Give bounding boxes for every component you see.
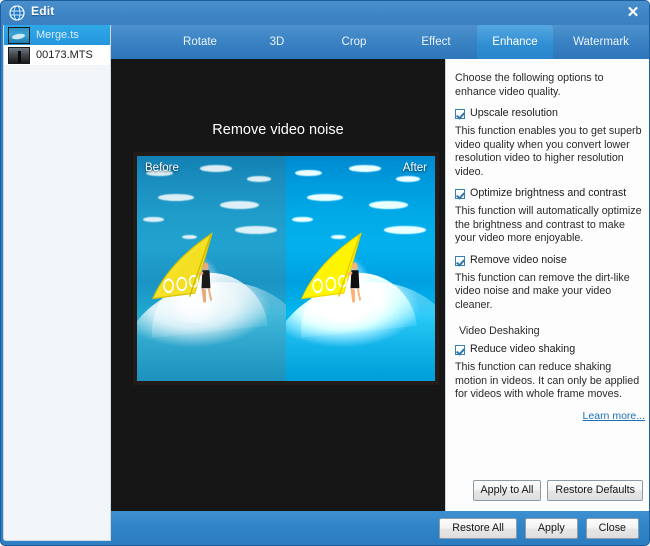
window-title: Edit: [31, 4, 54, 18]
close-icon[interactable]: ✕: [623, 4, 643, 22]
checkbox-label: Reduce video shaking: [470, 343, 575, 356]
video-thumbnail-icon: [8, 47, 30, 64]
file-name: 00173.MTS: [36, 49, 93, 61]
tab-effect[interactable]: Effect: [395, 25, 477, 59]
list-item[interactable]: 00173.MTS: [4, 45, 110, 65]
close-button[interactable]: Close: [586, 518, 639, 539]
panel-button-group: Apply to All Restore Defaults: [473, 480, 643, 501]
globe-icon: [9, 5, 25, 21]
footer-button-group: Restore All Apply Close: [439, 518, 639, 539]
preview-title: Remove video noise: [111, 122, 445, 138]
tab-3d[interactable]: 3D: [241, 25, 313, 59]
options-intro: Choose the following options to enhance …: [455, 72, 645, 99]
optimize-brightness-contrast-description: This function will automatically optimiz…: [455, 205, 645, 246]
apply-button[interactable]: Apply: [525, 518, 578, 539]
windsurfer-figure: [346, 260, 364, 305]
tab-rotate[interactable]: Rotate: [159, 25, 241, 59]
windsurfer-figure: [197, 260, 215, 305]
file-name: Merge.ts: [36, 29, 79, 41]
edit-window: Edit ✕ Merge.ts 00173.MTS Rotate 3D Crop…: [0, 0, 650, 546]
remove-video-noise-description: This function can remove the dirt-like v…: [455, 272, 645, 313]
restore-defaults-button[interactable]: Restore Defaults: [547, 480, 643, 501]
before-label: Before: [145, 162, 179, 174]
checkbox-label: Optimize brightness and contrast: [470, 187, 626, 200]
preview-area: Remove video noise: [111, 59, 445, 511]
checkbox-label: Remove video noise: [470, 254, 567, 267]
before-image: Before: [137, 156, 287, 381]
checkbox-optimize-brightness-contrast[interactable]: Optimize brightness and contrast: [455, 187, 645, 200]
checkbox-icon[interactable]: [455, 345, 465, 355]
after-image: After: [286, 156, 435, 381]
file-list-sidebar: Merge.ts 00173.MTS: [3, 25, 111, 541]
checkbox-icon[interactable]: [455, 256, 465, 266]
apply-to-all-button[interactable]: Apply to All: [473, 480, 542, 501]
video-deshaking-section-label: Video Deshaking: [459, 325, 645, 337]
tab-watermark[interactable]: Watermark: [553, 25, 649, 59]
video-thumbnail-icon: [8, 27, 30, 44]
learn-more-link[interactable]: Learn more...: [455, 410, 645, 422]
enhance-options-panel: Choose the following options to enhance …: [445, 59, 649, 511]
checkbox-icon[interactable]: [455, 189, 465, 199]
before-after-comparison: Before: [133, 152, 439, 385]
tab-enhance[interactable]: Enhance: [477, 25, 553, 59]
restore-all-button[interactable]: Restore All: [439, 518, 517, 539]
checkbox-reduce-video-shaking[interactable]: Reduce video shaking: [455, 343, 645, 356]
tab-strip: Rotate 3D Crop Effect Enhance Watermark: [111, 25, 649, 59]
tab-crop[interactable]: Crop: [313, 25, 395, 59]
checkbox-label: Upscale resolution: [470, 107, 558, 120]
checkbox-remove-video-noise[interactable]: Remove video noise: [455, 254, 645, 267]
after-label: After: [403, 162, 427, 174]
checkbox-icon[interactable]: [455, 109, 465, 119]
checkbox-upscale-resolution[interactable]: Upscale resolution: [455, 107, 645, 120]
list-item[interactable]: Merge.ts: [4, 25, 110, 45]
title-bar: Edit ✕: [1, 1, 650, 25]
footer-bar: Restore All Apply Close: [111, 511, 649, 545]
upscale-resolution-description: This function enables you to get superb …: [455, 125, 645, 179]
reduce-video-shaking-description: This function can reduce shaking motion …: [455, 361, 645, 402]
